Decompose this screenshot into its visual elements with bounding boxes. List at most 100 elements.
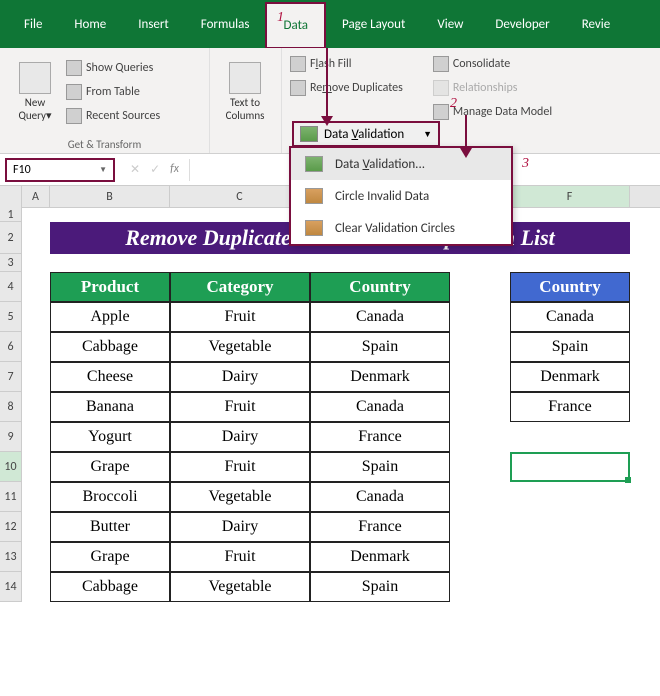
tab-home[interactable]: Home xyxy=(58,3,122,46)
row-9[interactable]: 9 xyxy=(0,422,22,452)
arrow-1 xyxy=(326,48,328,118)
consolidate-button[interactable]: Consolidate xyxy=(433,52,552,76)
row-13[interactable]: 13 xyxy=(0,542,22,572)
relationships-icon xyxy=(433,80,449,96)
cell-product[interactable]: Cheese xyxy=(50,362,170,392)
tab-view[interactable]: View xyxy=(421,3,479,46)
empty-cell[interactable] xyxy=(510,422,630,452)
cell-category[interactable]: Fruit xyxy=(170,302,310,332)
cell-country2[interactable]: Spain xyxy=(510,332,630,362)
remove-duplicates-button[interactable]: Remove Duplicates xyxy=(290,76,403,100)
cell-category[interactable]: Dairy xyxy=(170,422,310,452)
tab-formulas[interactable]: Formulas xyxy=(185,3,266,46)
cell-country[interactable]: Denmark xyxy=(310,542,450,572)
cell-country2[interactable]: Canada xyxy=(510,302,630,332)
cell-product[interactable]: Cabbage xyxy=(50,572,170,602)
annotation-1: 1 xyxy=(277,10,284,26)
cell-product[interactable]: Apple xyxy=(50,302,170,332)
row-8[interactable]: 8 xyxy=(0,392,22,422)
cell-country[interactable]: Canada xyxy=(310,482,450,512)
empty-cell[interactable] xyxy=(510,542,630,572)
clear-validation-circles-item[interactable]: Clear Validation Circles xyxy=(291,212,511,244)
tab-pagelayout[interactable]: Page Layout xyxy=(326,3,421,46)
flash-fill-button[interactable]: Flash Fill xyxy=(290,52,403,76)
cell-country[interactable]: France xyxy=(310,422,450,452)
tab-developer[interactable]: Developer xyxy=(479,3,565,46)
group-get-transform: Get & Transform xyxy=(0,138,209,151)
text-to-columns-button[interactable]: Text toColumns xyxy=(218,58,272,126)
cell-product[interactable]: Yogurt xyxy=(50,422,170,452)
validation-icon xyxy=(305,156,323,172)
row-1[interactable]: 1 xyxy=(0,208,22,222)
cell-product[interactable]: Banana xyxy=(50,392,170,422)
col-b[interactable]: B xyxy=(50,186,170,207)
cell-category[interactable]: Dairy xyxy=(170,512,310,542)
formula-bar-buttons: ✕ ✓ fx xyxy=(120,162,189,177)
recent-sources-button[interactable]: Recent Sources xyxy=(66,104,160,128)
consolidate-icon xyxy=(433,56,449,72)
arrow-2 xyxy=(465,115,467,150)
row-6[interactable]: 6 xyxy=(0,332,22,362)
spreadsheet-grid: A B C D E F 1 2 Remove Duplicates to Cre… xyxy=(0,186,660,602)
data-validation-menu-item[interactable]: Data Validation... xyxy=(291,148,511,180)
data-validation-button[interactable]: Data Validation ▼ xyxy=(292,121,440,147)
chevron-down-icon[interactable]: ▼ xyxy=(99,165,107,175)
cell-country[interactable]: Spain xyxy=(310,572,450,602)
empty-cell[interactable] xyxy=(510,482,630,512)
row-11[interactable]: 11 xyxy=(0,482,22,512)
cell-country[interactable]: Canada xyxy=(310,392,450,422)
tab-data[interactable]: Data xyxy=(265,2,326,49)
chevron-down-icon: ▼ xyxy=(423,129,432,140)
selected-cell[interactable] xyxy=(510,452,630,482)
row-10[interactable]: 10 xyxy=(0,452,22,482)
row-14[interactable]: 14 xyxy=(0,572,22,602)
fx-button[interactable]: fx xyxy=(170,162,179,177)
cell-country[interactable]: Denmark xyxy=(310,362,450,392)
from-table-icon xyxy=(66,84,82,100)
cell-product[interactable]: Cabbage xyxy=(50,332,170,362)
name-box[interactable]: F10 ▼ xyxy=(5,158,115,182)
row-5[interactable]: 5 xyxy=(0,302,22,332)
row-3[interactable]: 3 xyxy=(0,254,22,272)
cell-country2[interactable]: France xyxy=(510,392,630,422)
cell-category[interactable]: Vegetable xyxy=(170,332,310,362)
data-validation-menu: Data Validation... Circle Invalid Data C… xyxy=(289,146,513,246)
cell-category[interactable]: Dairy xyxy=(170,362,310,392)
cell-category[interactable]: Vegetable xyxy=(170,572,310,602)
row-7[interactable]: 7 xyxy=(0,362,22,392)
cell-category[interactable]: Fruit xyxy=(170,452,310,482)
cell-country2[interactable]: Denmark xyxy=(510,362,630,392)
circle-invalid-data-item[interactable]: Circle Invalid Data xyxy=(291,180,511,212)
row-2[interactable]: 2 xyxy=(0,222,22,254)
show-queries-icon xyxy=(66,60,82,76)
empty-cell[interactable] xyxy=(510,572,630,602)
cell-country[interactable]: France xyxy=(310,512,450,542)
cell-country[interactable]: Spain xyxy=(310,332,450,362)
tab-insert[interactable]: Insert xyxy=(122,3,185,46)
cell-product[interactable]: Grape xyxy=(50,452,170,482)
row-4[interactable]: 4 xyxy=(0,272,22,302)
cell-product[interactable]: Butter xyxy=(50,512,170,542)
col-a[interactable]: A xyxy=(22,186,50,207)
cell-category[interactable]: Fruit xyxy=(170,392,310,422)
select-all[interactable] xyxy=(0,186,22,208)
new-query-button[interactable]: NewQuery▾ xyxy=(8,52,62,132)
cell-country[interactable]: Canada xyxy=(310,302,450,332)
empty-cell[interactable] xyxy=(510,512,630,542)
row-12[interactable]: 12 xyxy=(0,512,22,542)
from-table-button[interactable]: From Table xyxy=(66,80,160,104)
show-queries-button[interactable]: Show Queries xyxy=(66,56,160,80)
col-f[interactable]: F xyxy=(510,186,630,207)
cell-product[interactable]: Grape xyxy=(50,542,170,572)
ribbon-tabs: File Home Insert Formulas Data Page Layo… xyxy=(0,0,660,48)
cell-category[interactable]: Fruit xyxy=(170,542,310,572)
annotation-2: 2 xyxy=(450,96,457,112)
header-country: Country xyxy=(310,272,450,302)
recent-sources-icon xyxy=(66,108,82,124)
cell-category[interactable]: Vegetable xyxy=(170,482,310,512)
tab-file[interactable]: File xyxy=(8,3,58,46)
cell-product[interactable]: Broccoli xyxy=(50,482,170,512)
annotation-3: 3 xyxy=(522,156,529,172)
tab-review[interactable]: Revie xyxy=(566,3,627,46)
cell-country[interactable]: Spain xyxy=(310,452,450,482)
